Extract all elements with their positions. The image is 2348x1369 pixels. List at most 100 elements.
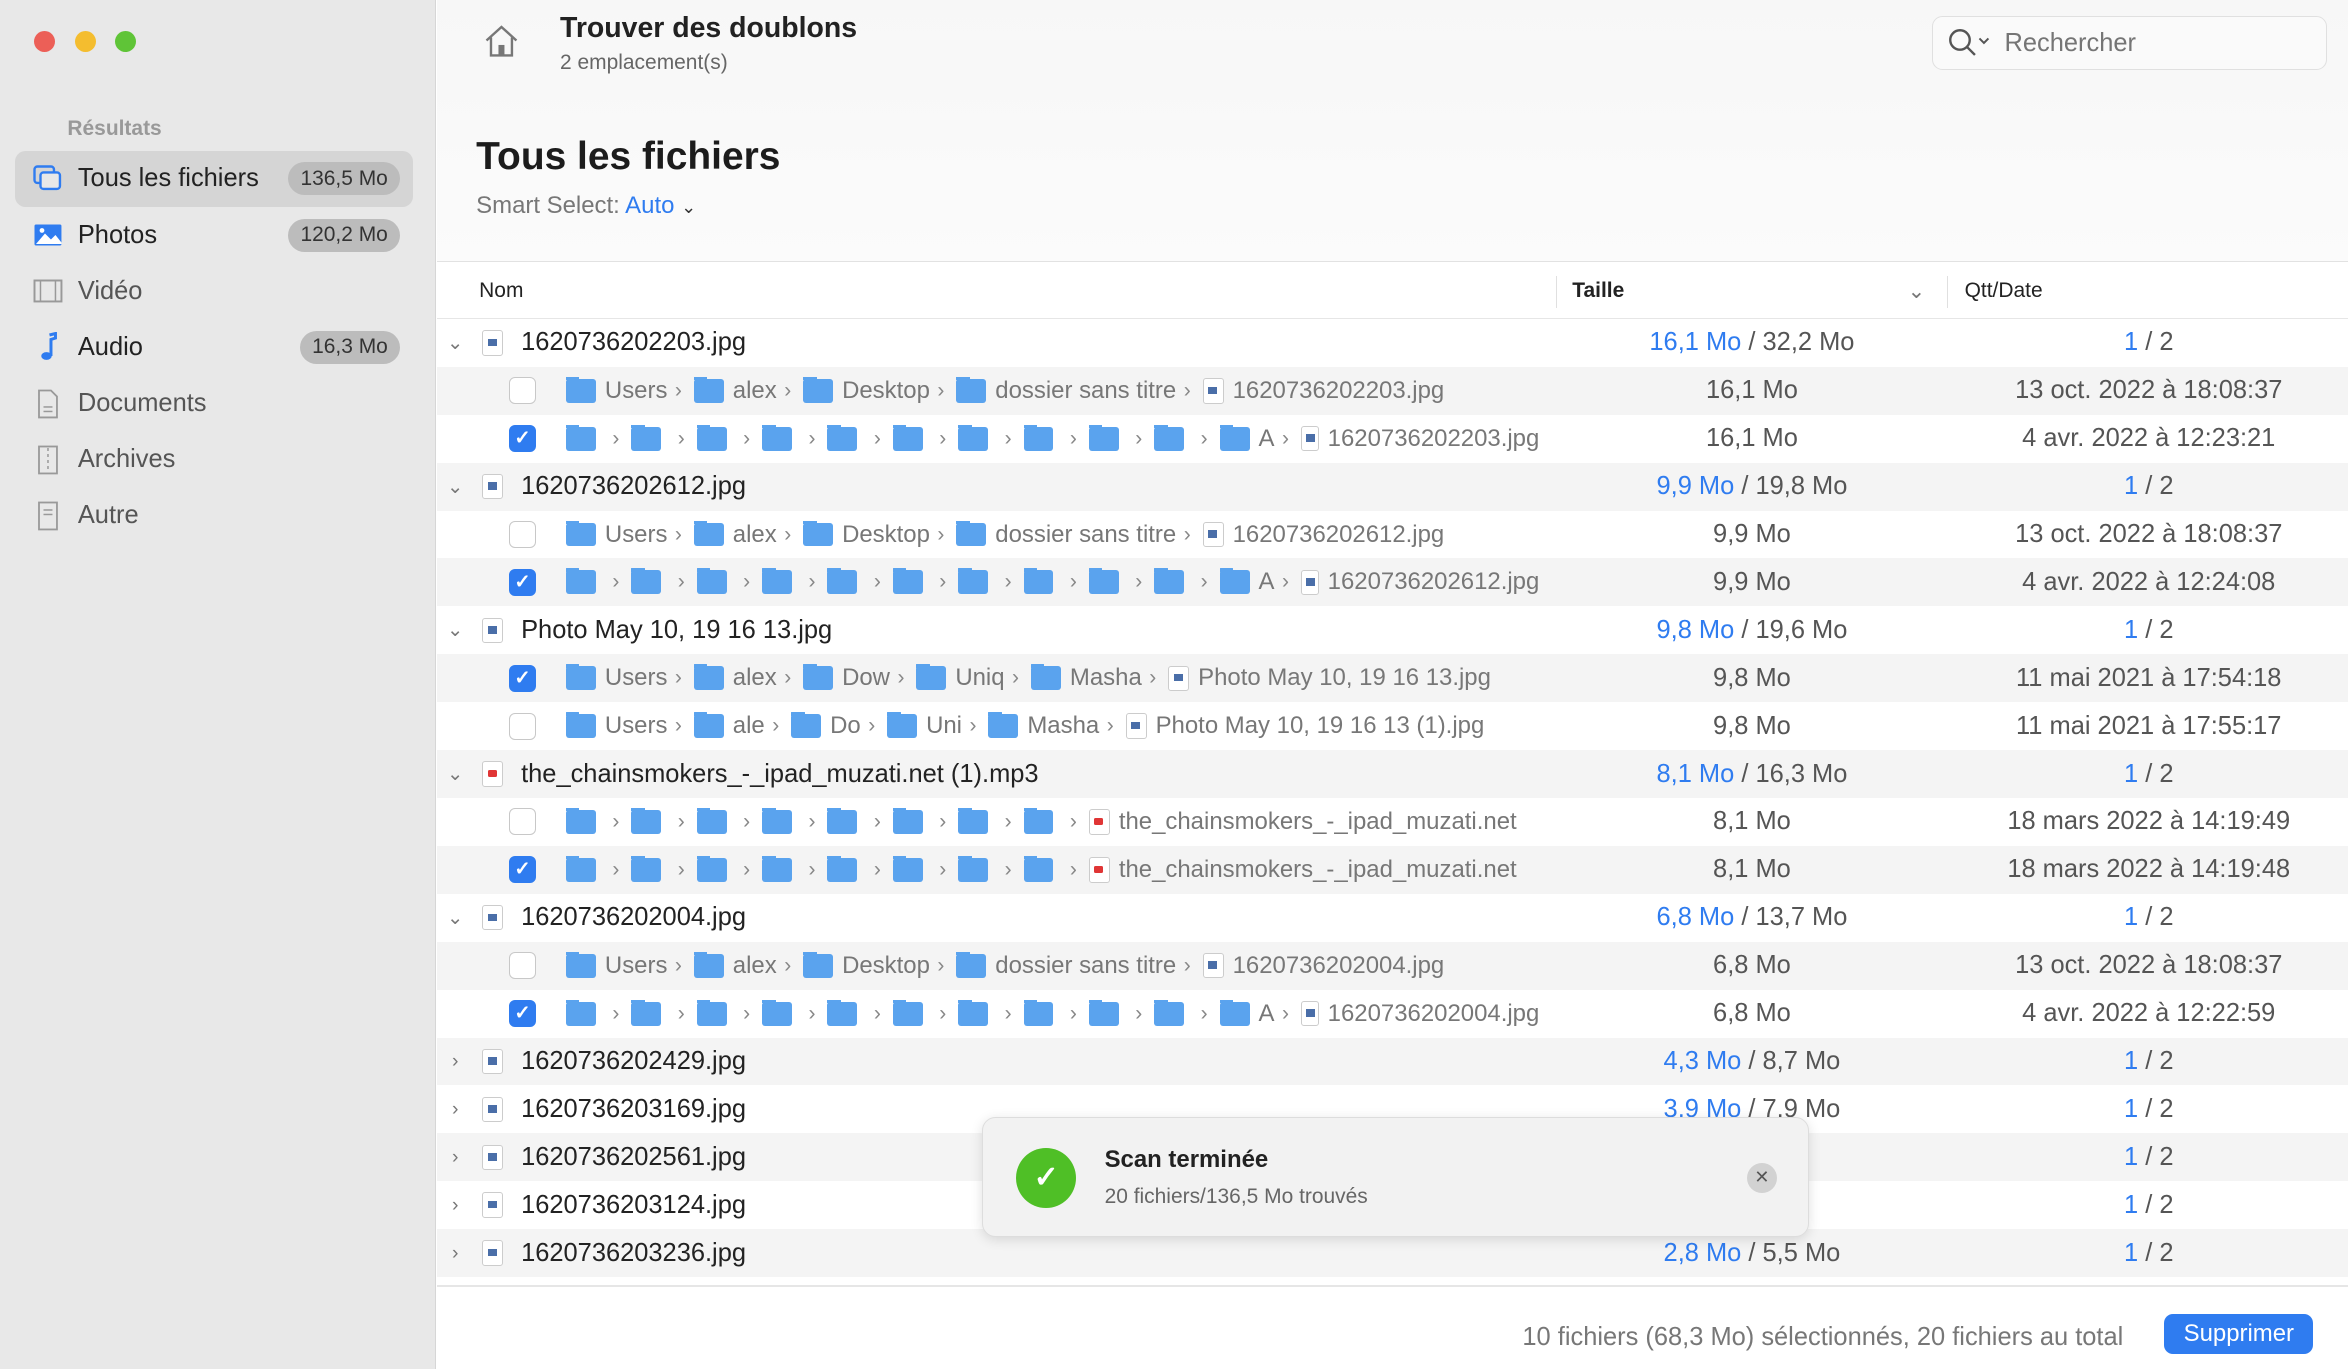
chevron-right-icon[interactable]: › bbox=[443, 1242, 467, 1265]
folder-icon bbox=[1154, 999, 1185, 1026]
file-row[interactable]: ✓ › › › › › › › › › › A › 1620736202203.jpg 16,1 Mo 4 a… bbox=[437, 415, 2348, 463]
search-field[interactable] bbox=[1931, 16, 2327, 71]
zoom-window-button[interactable] bbox=[115, 31, 137, 53]
path-folder: › bbox=[1088, 999, 1154, 1026]
sidebar-item-label: Photos bbox=[77, 220, 158, 249]
delete-button[interactable]: Supprimer bbox=[2164, 1313, 2314, 1354]
home-button[interactable] bbox=[482, 21, 521, 67]
path-folder: Users › bbox=[566, 520, 694, 549]
folder-icon bbox=[1023, 999, 1054, 1026]
footer: 10 fichiers (68,3 Mo) sélectionnés, 20 f… bbox=[437, 1284, 2348, 1369]
file-date: 13 oct. 2022 à 18:08:37 bbox=[2015, 520, 2283, 549]
file-checkbox[interactable]: ✓ bbox=[509, 425, 537, 453]
file-size: 9,9 Mo bbox=[1713, 567, 1791, 596]
chevron-right-icon[interactable]: › bbox=[443, 1194, 467, 1217]
files-icon bbox=[33, 165, 63, 192]
chevron-down-icon[interactable]: ⌄ bbox=[681, 197, 696, 217]
audio-file-icon bbox=[1088, 809, 1110, 835]
sidebar-item-vid-o[interactable]: Vidéo bbox=[15, 264, 413, 319]
chevron-down-icon[interactable]: ⌄ bbox=[443, 331, 467, 355]
group-row[interactable]: ⌄ 1620736202203.jpg 16,1 Mo / 32,2 Mo 1 / 2 bbox=[437, 319, 2348, 367]
sort-chevron-icon[interactable]: ⌄ bbox=[1908, 279, 1926, 304]
file-checkbox[interactable] bbox=[509, 712, 537, 740]
chevron-right-icon[interactable]: › bbox=[443, 1098, 467, 1121]
folder-icon bbox=[696, 424, 727, 451]
file-name: 1620736202004.jpg bbox=[1232, 951, 1445, 979]
file-checkbox[interactable]: ✓ bbox=[509, 856, 537, 884]
smart-select[interactable]: Smart Select: Auto ⌄ bbox=[476, 192, 696, 220]
column-name[interactable]: Nom bbox=[479, 279, 523, 303]
folder-icon bbox=[1023, 807, 1054, 834]
file-name: Photo May 10, 19 16 13.jpg bbox=[1198, 664, 1491, 692]
chevron-down-icon[interactable]: ⌄ bbox=[443, 475, 467, 499]
sidebar-item-autre[interactable]: Autre bbox=[15, 488, 413, 543]
file-row[interactable]: › › › › › › › › the_chainsmokers_-_ipad_muzati.n… bbox=[437, 798, 2348, 846]
file-name: 1620736202612.jpg bbox=[1232, 520, 1445, 548]
minimize-window-button[interactable] bbox=[74, 31, 96, 53]
group-row[interactable]: ⌄ the_chainsmokers_-_ipad_muzati.net (1).… bbox=[437, 750, 2348, 798]
chevron-down-icon[interactable]: ⌄ bbox=[443, 906, 467, 930]
path-folder: › bbox=[827, 807, 892, 834]
folder-icon bbox=[566, 712, 596, 739]
smart-select-value[interactable]: Auto bbox=[625, 192, 674, 219]
path-folder: A › bbox=[1219, 568, 1301, 596]
chevron-down-icon[interactable]: ⌄ bbox=[443, 762, 467, 786]
image-file-icon bbox=[482, 473, 504, 500]
file-checkbox[interactable] bbox=[509, 377, 537, 405]
path-folder: › bbox=[892, 807, 958, 834]
close-window-button[interactable] bbox=[34, 31, 56, 53]
sidebar-item-documents[interactable]: Documents bbox=[15, 376, 413, 431]
file-row[interactable]: ✓ Users › alex › Dow › Uniq › Masha › Photo May 10,… bbox=[437, 654, 2348, 703]
sidebar-item-tous-les-fichiers[interactable]: Tous les fichiers 136,5 Mo bbox=[14, 151, 414, 207]
search-input[interactable] bbox=[2004, 28, 2304, 58]
column-size[interactable]: Taille bbox=[1572, 279, 1624, 303]
path-folder: › bbox=[827, 424, 892, 451]
path-folder: › bbox=[762, 807, 827, 834]
column-divider[interactable] bbox=[1555, 275, 1558, 309]
path-folder: alex › bbox=[693, 520, 803, 549]
group-row[interactable]: ⌄ 1620736202004.jpg 6,8 Mo / 13,7 Mo 1 / 2 bbox=[437, 894, 2348, 942]
file-row[interactable]: Users › ale › Do › Uni › Masha › Photo May 10, 19 … bbox=[437, 702, 2348, 750]
file-checkbox[interactable] bbox=[509, 521, 537, 548]
file-checkbox[interactable]: ✓ bbox=[509, 664, 537, 692]
sidebar-section-title: Résultats bbox=[67, 116, 162, 140]
chevron-right-icon[interactable]: › bbox=[443, 1050, 467, 1073]
close-icon[interactable]: ✕ bbox=[1746, 1162, 1777, 1193]
file-row[interactable]: ✓ › › › › › › › › › › A › 1620736202612.jpg 9,9 Mo 4 av… bbox=[437, 558, 2348, 607]
file-checkbox[interactable]: ✓ bbox=[509, 568, 537, 596]
file-row[interactable]: Users › alex › Desktop › dossier sans titre › 16… bbox=[437, 941, 2348, 990]
path-folder: › bbox=[1023, 424, 1089, 451]
file-row[interactable]: Users › alex › Desktop › dossier sans titre › 16… bbox=[437, 366, 2348, 415]
sidebar-item-audio[interactable]: Audio 16,3 Mo bbox=[15, 320, 413, 375]
chevron-down-icon[interactable]: ⌄ bbox=[443, 618, 467, 642]
group-row[interactable]: ⌄ 1620736202612.jpg 9,9 Mo / 19,8 Mo 1 / 2 bbox=[437, 462, 2348, 511]
file-row[interactable]: Users › alex › Desktop › dossier sans titre › 16… bbox=[437, 511, 2348, 559]
sidebar-item-archives[interactable]: Archives bbox=[15, 432, 413, 487]
path-folder: › bbox=[566, 424, 631, 451]
sidebar-item-photos[interactable]: Photos 120,2 Mo bbox=[15, 207, 413, 262]
group-qty: 1 / 2 bbox=[2123, 903, 2174, 932]
group-size: 9,9 Mo / 19,8 Mo bbox=[1656, 472, 1848, 501]
group-row[interactable]: › 1620736202429.jpg 4,3 Mo / 8,7 Mo 1 / 2 bbox=[437, 1037, 2348, 1086]
file-row[interactable]: ✓ › › › › › › › › the_chainsmokers_-_ipad_muzati.… bbox=[437, 845, 2348, 894]
file-checkbox[interactable] bbox=[509, 808, 537, 836]
folder-icon bbox=[827, 424, 858, 451]
path-folder: › bbox=[958, 855, 1023, 882]
column-qty-date[interactable]: Qtt/Date bbox=[1965, 279, 2043, 303]
chevron-right-icon[interactable]: › bbox=[443, 1146, 467, 1169]
path-folder: › bbox=[892, 424, 958, 451]
path-folder: › bbox=[1023, 807, 1089, 834]
group-row[interactable]: ⌄ Photo May 10, 19 16 13.jpg 9,8 Mo / 19,6… bbox=[437, 606, 2348, 654]
file-path: Users › alex › Desktop › dossier sans titre › 16… bbox=[566, 951, 1445, 980]
group-file-name: 1620736203124.jpg bbox=[521, 1190, 747, 1219]
folder-icon bbox=[892, 807, 923, 834]
file-checkbox[interactable]: ✓ bbox=[509, 1000, 537, 1028]
path-folder: dossier sans titre › bbox=[956, 376, 1202, 405]
folder-icon bbox=[1088, 568, 1119, 595]
group-qty: 1 / 2 bbox=[2123, 1190, 2174, 1219]
path-folder: › bbox=[762, 424, 827, 451]
column-divider[interactable] bbox=[1946, 275, 1949, 309]
file-size: 8,1 Mo bbox=[1713, 807, 1791, 836]
file-row[interactable]: ✓ › › › › › › › › › › A › 1620736202004.jpg 6,8 Mo 4 av… bbox=[437, 990, 2348, 1038]
file-checkbox[interactable] bbox=[509, 952, 537, 980]
